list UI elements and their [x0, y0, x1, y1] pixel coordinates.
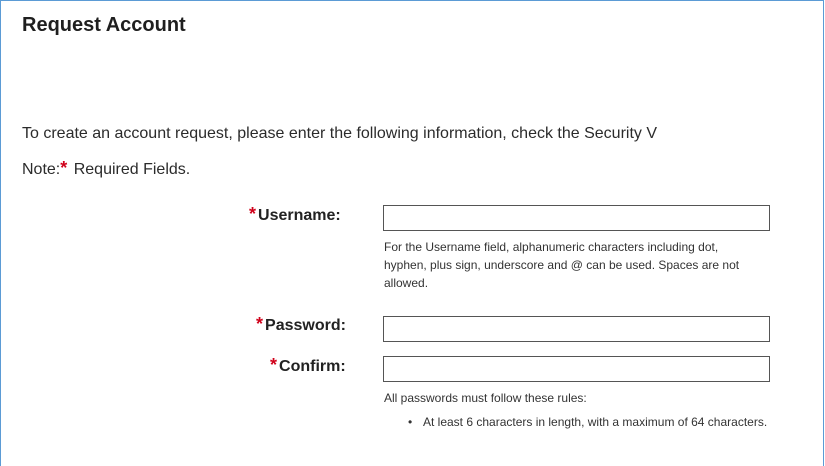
password-rules-heading: All passwords must follow these rules:: [384, 391, 587, 405]
rule-text: At least 6 characters in length, with a …: [423, 415, 768, 429]
password-rules-list: • At least 6 characters in length, with …: [384, 413, 779, 431]
note-prefix: Note:: [22, 161, 61, 178]
password-label: * Password:: [256, 314, 346, 335]
username-help: For the Username field, alphanumeric cha…: [384, 238, 764, 292]
password-label-text: Password:: [265, 317, 346, 334]
intro-text: To create an account request, please ent…: [22, 125, 658, 142]
note-suffix: Required Fields.: [69, 161, 191, 178]
confirm-label-text: Confirm:: [279, 358, 346, 375]
required-star-icon: *: [256, 314, 264, 334]
list-item: • At least 6 characters in length, with …: [384, 413, 779, 431]
required-star-icon: *: [249, 204, 257, 224]
page-title: Request Account: [22, 14, 186, 36]
required-star-icon: *: [270, 355, 278, 375]
password-input[interactable]: [383, 316, 770, 342]
confirm-label: * Confirm:: [270, 355, 346, 376]
required-fields-note: Note:* Required Fields.: [22, 158, 190, 179]
username-help-text: For the Username field, alphanumeric cha…: [384, 240, 740, 290]
username-label: * Username:: [249, 204, 341, 225]
username-input[interactable]: [383, 205, 770, 231]
username-label-text: Username:: [258, 207, 341, 224]
required-star-icon: *: [60, 158, 68, 178]
bullet-icon: •: [408, 415, 413, 429]
request-account-panel: Request Account To create an account req…: [0, 0, 824, 466]
confirm-input[interactable]: [383, 356, 770, 382]
